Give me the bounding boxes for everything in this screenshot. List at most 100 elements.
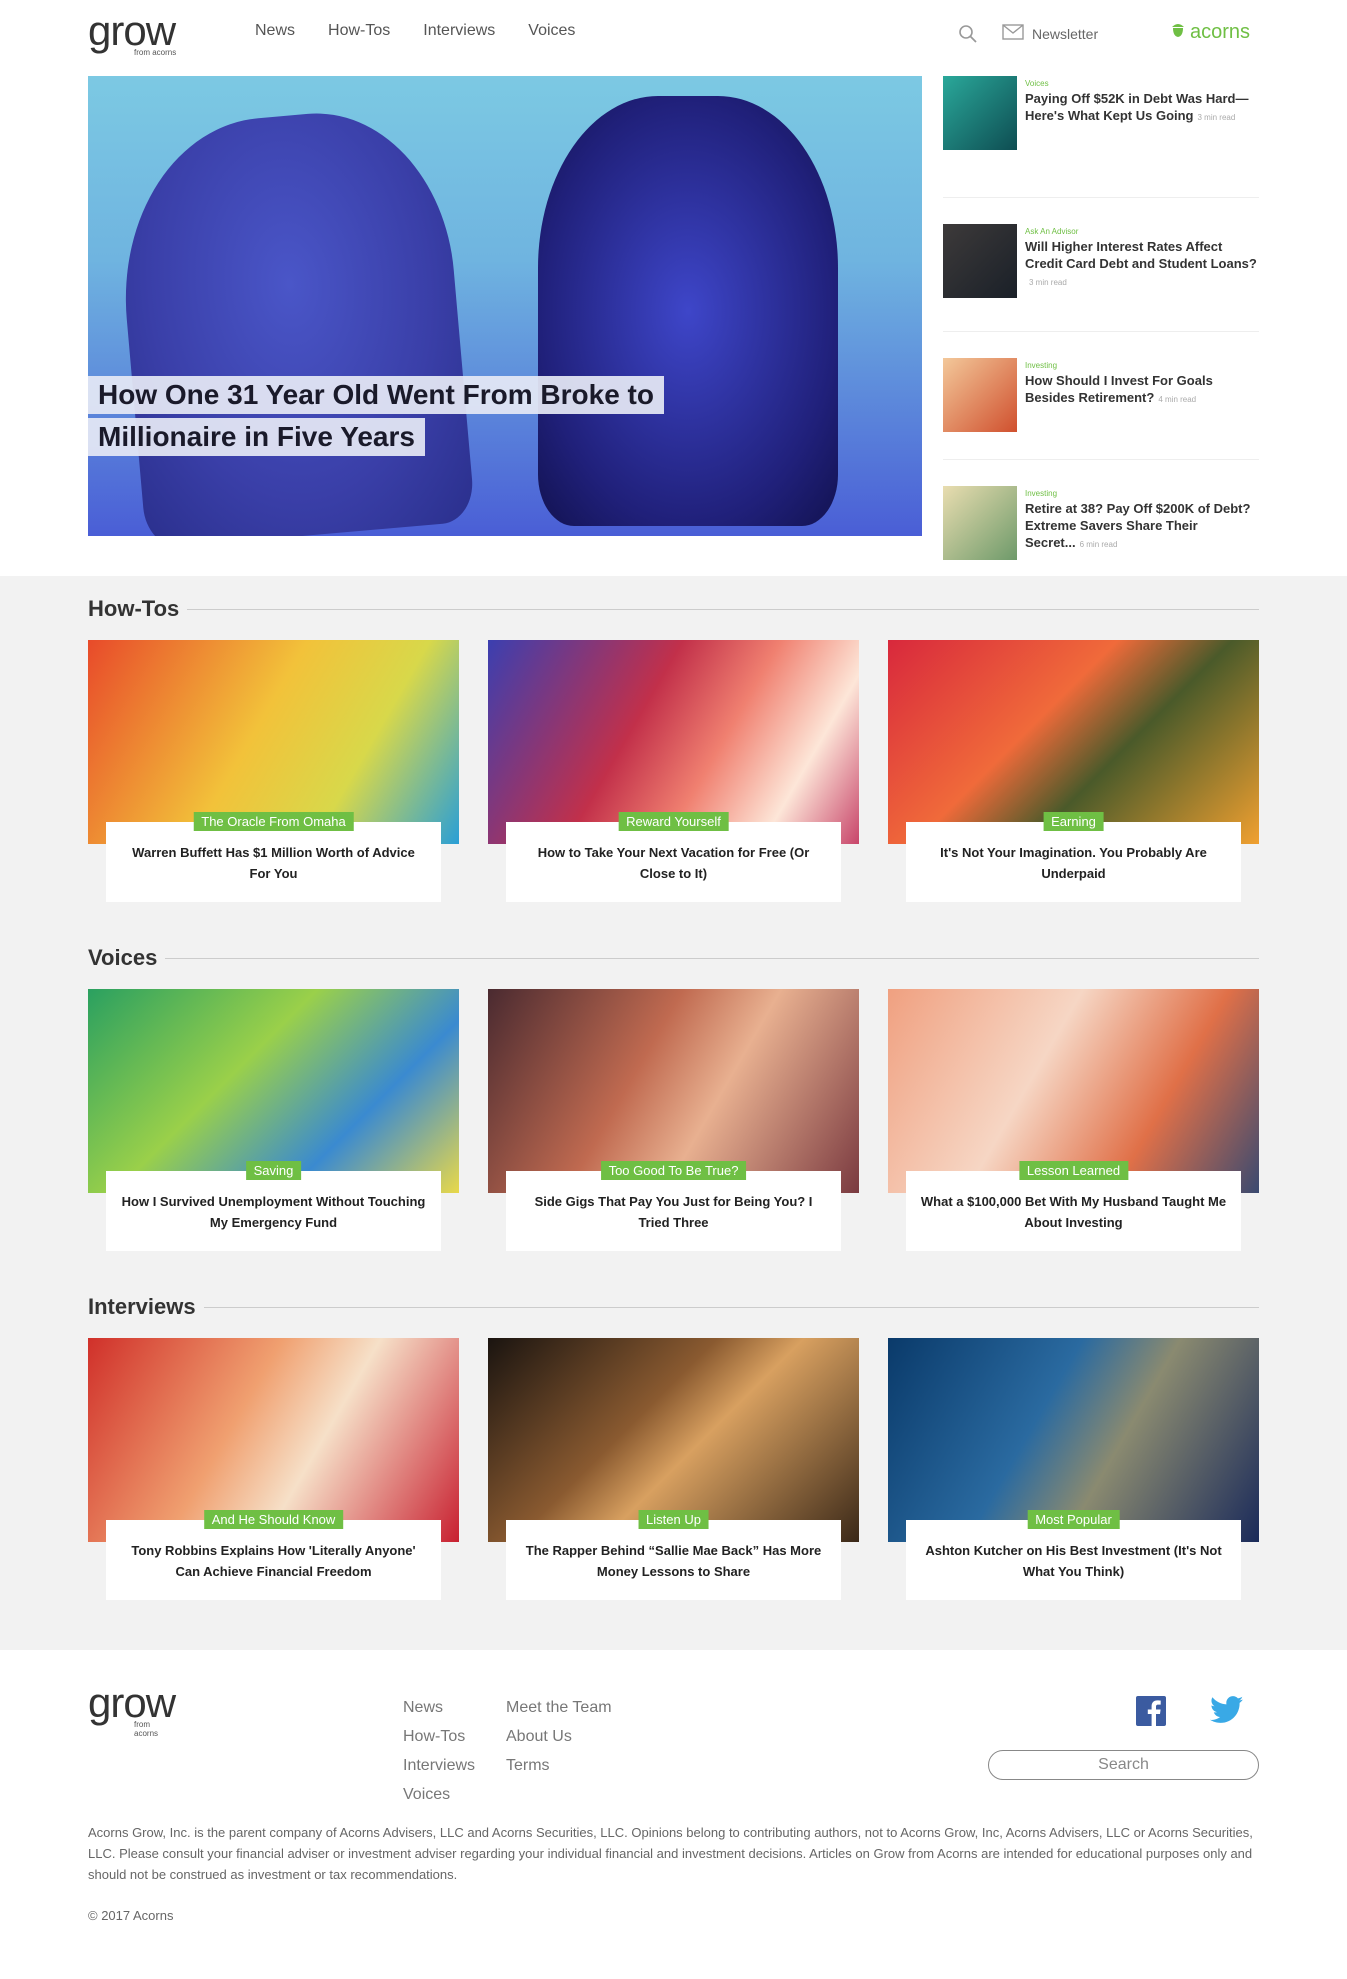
logo-subtitle: from acorns [134,1720,159,1738]
site-footer: grow from acorns News How-Tos Interviews… [0,1650,1347,1979]
article-card[interactable]: Saving How I Survived Unemployment Witho… [88,989,459,1259]
sections-area: How-Tos The Oracle From Omaha Warren Buf… [0,576,1347,1650]
article-card[interactable]: Listen Up The Rapper Behind “Sallie Mae … [488,1338,859,1608]
card-title[interactable]: How I Survived Unemployment Without Touc… [120,1191,427,1233]
sidebar-articles: Voices Paying Off $52K in Debt Was Hard—… [943,76,1259,570]
card-title[interactable]: Warren Buffett Has $1 Million Worth of A… [120,842,427,884]
card-caption: And He Should Know Tony Robbins Explains… [106,1510,441,1600]
logo-wordmark: grow [88,1679,176,1726]
card-tag[interactable]: Reward Yourself [618,812,729,831]
section-title[interactable]: Interviews [88,1294,196,1320]
card-caption: Most Popular Ashton Kutcher on His Best … [906,1510,1241,1600]
sidebar-category[interactable]: Investing [1025,489,1259,498]
nav-news[interactable]: News [255,22,295,40]
footer-link-how-tos[interactable]: How-Tos [403,1727,475,1747]
section-how-tos: How-Tos The Oracle From Omaha Warren Buf… [88,594,1259,910]
facebook-icon[interactable] [1136,1696,1166,1726]
acorn-icon [1170,20,1186,44]
article-card[interactable]: Earning It's Not Your Imagination. You P… [888,640,1259,910]
sidebar-title[interactable]: Paying Off $52K in Debt Was Hard—Here's … [1025,90,1259,126]
sidebar-thumb [943,358,1017,432]
sidebar-title[interactable]: How Should I Invest For Goals Besides Re… [1025,372,1259,408]
card-tag[interactable]: Earning [1043,812,1104,831]
footer-link-news[interactable]: News [403,1698,475,1718]
read-time: 3 min read [1029,278,1067,287]
sidebar-category[interactable]: Ask An Advisor [1025,227,1259,236]
footer-link-voices[interactable]: Voices [403,1785,475,1805]
footer-link-meet-team[interactable]: Meet the Team [506,1698,612,1718]
hero-title[interactable]: How One 31 Year Old Went From Broke to M… [88,376,664,460]
hero-title-line-1: How One 31 Year Old Went From Broke to [88,376,664,414]
card-tag[interactable]: Lesson Learned [1018,1161,1129,1180]
card-caption: Too Good To Be True? Side Gigs That Pay … [506,1161,841,1251]
card-caption: Earning It's Not Your Imagination. You P… [906,812,1241,902]
article-card[interactable]: Too Good To Be True? Side Gigs That Pay … [488,989,859,1259]
sidebar-article[interactable]: Investing How Should I Invest For Goals … [943,332,1259,460]
main-nav: News How-Tos Interviews Voices [255,22,575,40]
sidebar-article[interactable]: Ask An Advisor Will Higher Interest Rate… [943,198,1259,332]
twitter-icon[interactable] [1210,1696,1244,1726]
article-card[interactable]: Lesson Learned What a $100,000 Bet With … [888,989,1259,1259]
acorns-logo[interactable]: acorns [1170,20,1250,44]
footer-copyright: © 2017 Acorns [88,1908,174,1923]
sidebar-article[interactable]: Investing Retire at 38? Pay Off $200K of… [943,460,1259,570]
section-voices: Voices Saving How I Survived Unemploymen… [88,943,1259,1259]
sidebar-title[interactable]: Will Higher Interest Rates Affect Credit… [1025,238,1259,291]
section-title[interactable]: How-Tos [88,596,179,622]
newsletter-link[interactable]: Newsletter [1002,24,1098,43]
search-icon[interactable] [958,24,978,44]
hero-title-line-2: Millionaire in Five Years [88,418,425,456]
card-title[interactable]: Ashton Kutcher on His Best Investment (I… [920,1540,1227,1582]
card-tag[interactable]: And He Should Know [203,1510,344,1529]
section-title[interactable]: Voices [88,945,157,971]
footer-link-interviews[interactable]: Interviews [403,1756,475,1776]
card-title[interactable]: It's Not Your Imagination. You Probably … [920,842,1227,884]
footer-disclaimer: Acorns Grow, Inc. is the parent company … [88,1825,1253,1882]
section-divider [187,608,1259,610]
card-caption: Listen Up The Rapper Behind “Sallie Mae … [506,1510,841,1600]
card-tag[interactable]: Most Popular [1027,1510,1120,1529]
sidebar-category[interactable]: Investing [1025,361,1259,370]
footer-nav-company: Meet the Team About Us Terms [506,1698,612,1776]
nav-interviews[interactable]: Interviews [423,22,495,40]
footer-link-terms[interactable]: Terms [506,1756,612,1776]
sidebar-title[interactable]: Retire at 38? Pay Off $200K of Debt? Ext… [1025,500,1259,553]
read-time: 3 min read [1197,113,1236,122]
card-title[interactable]: How to Take Your Next Vacation for Free … [520,842,827,884]
sidebar-article[interactable]: Voices Paying Off $52K in Debt Was Hard—… [943,76,1259,198]
read-time: 6 min read [1079,540,1118,549]
card-title[interactable]: What a $100,000 Bet With My Husband Taug… [920,1191,1227,1233]
card-tag[interactable]: Saving [245,1161,302,1180]
hero-feature[interactable]: How One 31 Year Old Went From Broke to M… [88,76,922,536]
footer-link-about[interactable]: About Us [506,1727,612,1747]
footer-grow-logo[interactable]: grow from acorns [88,1679,176,1739]
article-card[interactable]: Most Popular Ashton Kutcher on His Best … [888,1338,1259,1608]
card-caption: Reward Yourself How to Take Your Next Va… [506,812,841,902]
section-divider [203,1306,1259,1308]
newsletter-label: Newsletter [1032,25,1099,42]
card-tag[interactable]: Listen Up [638,1510,709,1529]
card-tag[interactable]: Too Good To Be True? [600,1161,747,1180]
card-title[interactable]: Tony Robbins Explains How 'Literally Any… [120,1540,427,1582]
article-card[interactable]: Reward Yourself How to Take Your Next Va… [488,640,859,910]
section-interviews: Interviews And He Should Know Tony Robbi… [88,1292,1259,1608]
logo-wordmark: grow [88,7,176,54]
footer-search-input[interactable]: Search [988,1750,1259,1780]
card-title[interactable]: Side Gigs That Pay You Just for Being Yo… [520,1191,827,1233]
card-tag[interactable]: The Oracle From Omaha [193,812,354,831]
card-caption: Lesson Learned What a $100,000 Bet With … [906,1161,1241,1251]
nav-voices[interactable]: Voices [528,22,575,40]
sidebar-thumb [943,224,1017,298]
article-card[interactable]: And He Should Know Tony Robbins Explains… [88,1338,459,1608]
read-time: 4 min read [1158,395,1197,404]
sidebar-thumb [943,76,1017,150]
footer-nav-sections: News How-Tos Interviews Voices [403,1698,475,1805]
nav-how-tos[interactable]: How-Tos [328,22,390,40]
sidebar-thumb [943,486,1017,560]
article-card[interactable]: The Oracle From Omaha Warren Buffett Has… [88,640,459,910]
card-title[interactable]: The Rapper Behind “Sallie Mae Back” Has … [520,1540,827,1582]
grow-logo[interactable]: grow from acorns [88,10,198,60]
section-divider [165,957,1259,959]
sidebar-category[interactable]: Voices [1025,79,1259,88]
site-header: grow from acorns News How-Tos Interviews… [0,0,1347,68]
